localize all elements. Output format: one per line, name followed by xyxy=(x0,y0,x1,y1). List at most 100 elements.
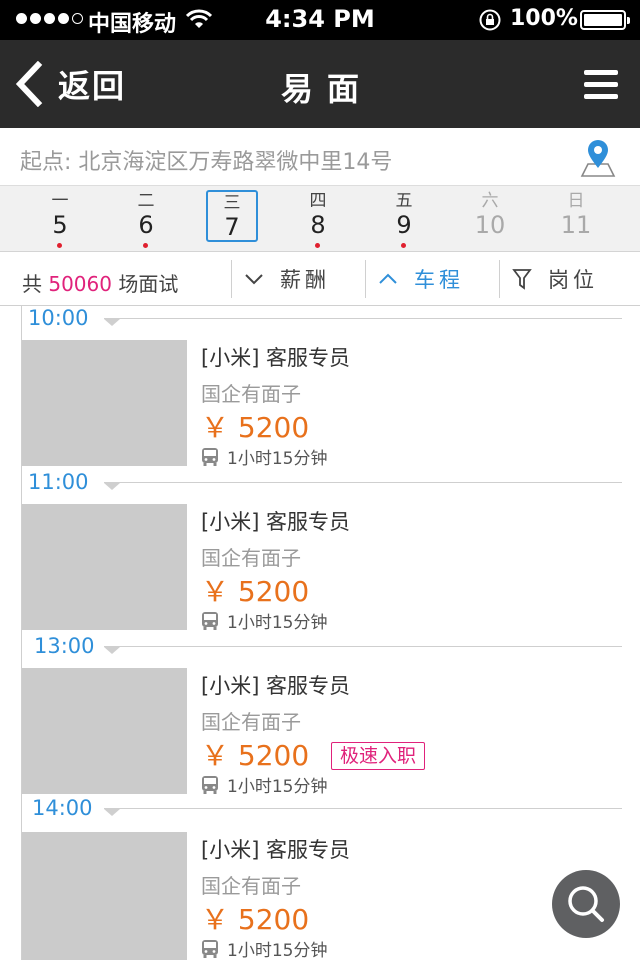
divider xyxy=(365,260,366,298)
weekday-label: 五 xyxy=(395,191,413,211)
job-company: 国企有面子 xyxy=(201,874,301,898)
filter-funnel-icon xyxy=(512,269,532,290)
time-slot-label: 10:00 xyxy=(28,306,89,330)
job-salary: ￥ 5200 xyxy=(201,739,310,772)
commute-filter-label: 车程 xyxy=(414,268,464,292)
time-divider xyxy=(104,808,622,809)
job-salary: ￥ 5200 xyxy=(201,575,310,608)
has-interviews-dot xyxy=(143,243,148,248)
divider xyxy=(499,260,500,298)
day-number: 6 xyxy=(138,211,154,239)
weekday-label: 日 xyxy=(567,191,585,211)
has-interviews-dot xyxy=(57,243,62,248)
divider xyxy=(231,260,232,298)
day-number: 8 xyxy=(310,211,326,239)
bus-icon xyxy=(202,939,218,958)
total-interviews: 共 50060 场面试 xyxy=(22,268,178,297)
job-commute: 1小时15分钟 xyxy=(201,444,327,469)
date-day-11[interactable]: 日 11 xyxy=(550,190,602,244)
caret-icon xyxy=(104,319,120,326)
date-day-8[interactable]: 四 8 xyxy=(292,190,344,248)
bus-icon xyxy=(202,447,218,466)
time-divider xyxy=(104,318,622,319)
date-day-6[interactable]: 二 6 xyxy=(120,190,172,248)
time-slot-label: 13:00 xyxy=(34,634,95,658)
commute-time: 1小时15分钟 xyxy=(227,777,328,797)
caret-icon xyxy=(104,647,120,654)
caret-icon xyxy=(104,483,120,490)
has-interviews-dot xyxy=(315,243,320,248)
day-number: 5 xyxy=(52,211,68,239)
search-button[interactable] xyxy=(552,870,620,938)
weekday-label: 二 xyxy=(137,191,155,211)
weekday-label: 四 xyxy=(309,191,327,211)
filter-bar: 共 50060 场面试 薪酬 车程 岗位 xyxy=(0,252,640,306)
job-title: [小米] 客服专员 xyxy=(201,674,351,698)
chevron-down-icon xyxy=(245,274,263,285)
job-title: [小米] 客服专员 xyxy=(201,510,351,534)
job-commute: 1小时15分钟 xyxy=(201,608,327,633)
job-commute: 1小时15分钟 xyxy=(201,772,327,797)
job-commute: 1小时15分钟 xyxy=(201,936,327,960)
time-slot-label: 14:00 xyxy=(32,796,93,820)
date-day-5[interactable]: 一 5 xyxy=(34,190,86,248)
total-suffix: 场面试 xyxy=(118,272,179,296)
weekday-label: 六 xyxy=(481,191,499,211)
page-title: 易面 xyxy=(280,70,373,108)
salary-filter-label: 薪酬 xyxy=(280,268,330,292)
job-thumbnail xyxy=(22,668,187,794)
time-slot-label: 11:00 xyxy=(28,470,89,494)
salary-filter-button[interactable]: 薪酬 xyxy=(244,252,330,306)
has-interviews-dot xyxy=(401,243,406,248)
day-number: 11 xyxy=(560,211,592,239)
search-icon xyxy=(568,886,604,922)
status-bar: 中国移动 4:34 PM 100% xyxy=(0,0,640,40)
position-filter-button[interactable]: 岗位 xyxy=(512,252,598,306)
date-selector: 一 5 二 6 三 7 四 8 五 9 六 10 日 11 xyxy=(0,186,640,252)
job-company: 国企有面子 xyxy=(201,546,301,570)
job-salary: ￥ 5200 xyxy=(201,903,310,936)
date-day-9[interactable]: 五 9 xyxy=(378,190,430,248)
job-card[interactable]: [小米] 客服专员 国企有面子 ￥ 5200 1小时15分钟 xyxy=(21,832,621,960)
time-divider xyxy=(104,646,622,647)
fast-hire-badge: 极速入职 xyxy=(331,742,426,770)
total-count: 50060 xyxy=(48,272,112,296)
weekday-label: 一 xyxy=(51,191,69,211)
battery-percent: 100% xyxy=(510,6,578,31)
bus-icon xyxy=(202,775,218,794)
day-number: 9 xyxy=(396,211,412,239)
caret-icon xyxy=(104,809,120,816)
job-card[interactable]: [小米] 客服专员 国企有面子 ￥ 5200 极速入职 1小时15分钟 xyxy=(21,668,621,797)
nav-bar: 返回 易面 xyxy=(0,40,640,128)
chevron-up-icon xyxy=(379,273,397,284)
commute-time: 1小时15分钟 xyxy=(227,449,328,469)
start-location-text: 起点: 北京海淀区万寿路翠微中里14号 xyxy=(20,150,393,175)
job-company: 国企有面子 xyxy=(201,710,301,734)
rotation-lock-icon xyxy=(479,9,501,31)
job-card[interactable]: [小米] 客服专员 国企有面子 ￥ 5200 1小时15分钟 xyxy=(21,340,621,469)
job-thumbnail xyxy=(22,832,187,960)
battery-icon xyxy=(580,10,630,30)
job-card[interactable]: [小米] 客服专员 国企有面子 ￥ 5200 1小时15分钟 xyxy=(21,504,621,633)
weekday-label: 三 xyxy=(223,193,241,213)
date-day-10[interactable]: 六 10 xyxy=(464,190,516,244)
position-filter-label: 岗位 xyxy=(548,268,598,292)
job-salary: ￥ 5200 xyxy=(201,411,310,444)
menu-icon[interactable] xyxy=(584,70,618,100)
time-divider xyxy=(104,482,622,483)
date-day-7-selected[interactable]: 三 7 xyxy=(206,190,258,242)
day-number: 10 xyxy=(474,211,506,239)
job-thumbnail xyxy=(22,504,187,630)
bus-icon xyxy=(202,611,218,630)
start-location-bar[interactable]: 起点: 北京海淀区万寿路翠微中里14号 xyxy=(0,128,640,186)
total-prefix: 共 xyxy=(22,272,42,296)
location-pin-icon[interactable] xyxy=(580,138,616,178)
day-number: 7 xyxy=(224,213,240,241)
job-title: [小米] 客服专员 xyxy=(201,346,351,370)
job-thumbnail xyxy=(22,340,187,466)
commute-filter-button[interactable]: 车程 xyxy=(378,252,464,306)
job-title: [小米] 客服专员 xyxy=(201,838,351,862)
commute-time: 1小时15分钟 xyxy=(227,941,328,960)
job-company: 国企有面子 xyxy=(201,382,301,406)
commute-time: 1小时15分钟 xyxy=(227,613,328,633)
